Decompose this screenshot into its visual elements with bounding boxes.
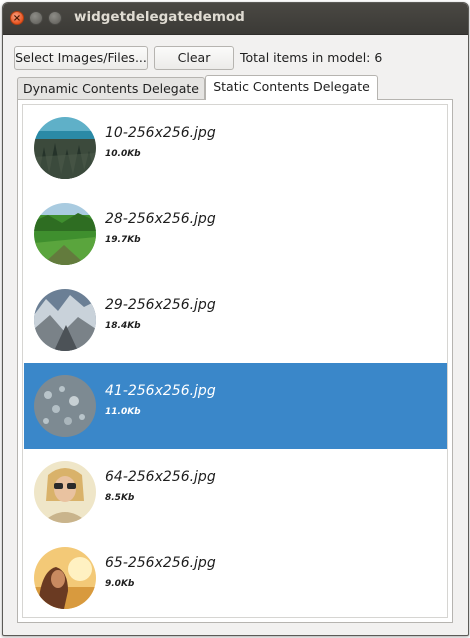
item-size: 10.0Kb — [105, 149, 141, 159]
item-size: 18.4Kb — [105, 321, 141, 331]
item-name: 10-256x256.jpg — [105, 125, 216, 141]
image-list[interactable]: 10-256x256.jpg 10.0Kb 28-256x256.jpg 19.… — [22, 104, 448, 618]
item-name: 65-256x256.jpg — [105, 555, 216, 571]
item-name: 41-256x256.jpg — [105, 383, 216, 399]
list-item[interactable]: 28-256x256.jpg 19.7Kb — [24, 191, 447, 277]
item-count-label: Total items in model: 6 — [240, 50, 383, 65]
snowy-mountains-thumbnail — [34, 289, 96, 351]
clear-button[interactable]: Clear — [154, 46, 234, 70]
item-size: 8.5Kb — [105, 493, 135, 503]
tab-static-contents[interactable]: Static Contents Delegate — [205, 75, 378, 100]
item-size: 9.0Kb — [105, 579, 135, 589]
item-name: 29-256x256.jpg — [105, 297, 216, 313]
green-valley-thumbnail — [34, 203, 96, 265]
sunset-portrait-thumbnail — [34, 547, 96, 609]
item-name: 64-256x256.jpg — [105, 469, 216, 485]
list-item[interactable]: 29-256x256.jpg 18.4Kb — [24, 277, 447, 363]
app-window: × widgetdelegatedemod Select Images/File… — [2, 2, 469, 636]
close-icon[interactable]: × — [10, 11, 24, 25]
water-droplets-thumbnail — [34, 375, 96, 437]
item-name: 28-256x256.jpg — [105, 211, 216, 227]
forest-lake-thumbnail — [34, 117, 96, 179]
tab-dynamic-contents[interactable]: Dynamic Contents Delegate — [17, 77, 205, 99]
item-size: 11.0Kb — [105, 407, 141, 417]
item-size: 19.7Kb — [105, 235, 141, 245]
list-item[interactable]: 41-256x256.jpg 11.0Kb — [24, 363, 447, 449]
select-images-button[interactable]: Select Images/Files... — [14, 46, 148, 70]
woman-sunglasses-thumbnail — [34, 461, 96, 523]
list-item[interactable]: 64-256x256.jpg 8.5Kb — [24, 449, 447, 535]
minimize-icon[interactable] — [29, 11, 43, 25]
list-item[interactable]: 65-256x256.jpg 9.0Kb — [24, 535, 447, 617]
maximize-icon[interactable] — [48, 11, 62, 25]
window-title: widgetdelegatedemod — [74, 9, 245, 25]
tab-panel: 10-256x256.jpg 10.0Kb 28-256x256.jpg 19.… — [17, 99, 453, 623]
title-bar[interactable]: × widgetdelegatedemod — [3, 3, 468, 35]
list-item[interactable]: 10-256x256.jpg 10.0Kb — [24, 105, 447, 191]
